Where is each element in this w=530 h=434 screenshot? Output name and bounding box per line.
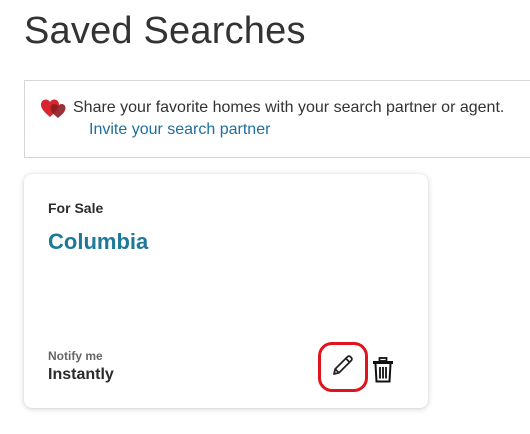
page-title: Saved Searches — [24, 10, 306, 52]
pencil-icon — [331, 353, 355, 382]
share-banner: Share your favorite homes with your sear… — [24, 80, 530, 158]
notify-frequency: Instantly — [48, 366, 114, 383]
hearts-icon — [41, 99, 67, 119]
saved-search-card[interactable]: For Sale Columbia Notify me Instantly — [24, 174, 428, 408]
invite-partner-link[interactable]: Invite your search partner — [89, 119, 270, 141]
share-message: Share your favorite homes with your sear… — [73, 99, 505, 116]
notify-label: Notify me — [48, 349, 103, 363]
edit-search-button[interactable] — [318, 342, 368, 392]
search-location-link[interactable]: Columbia — [48, 229, 148, 255]
trash-icon — [372, 356, 394, 388]
delete-search-button[interactable] — [372, 356, 394, 388]
listing-type: For Sale — [48, 200, 104, 216]
